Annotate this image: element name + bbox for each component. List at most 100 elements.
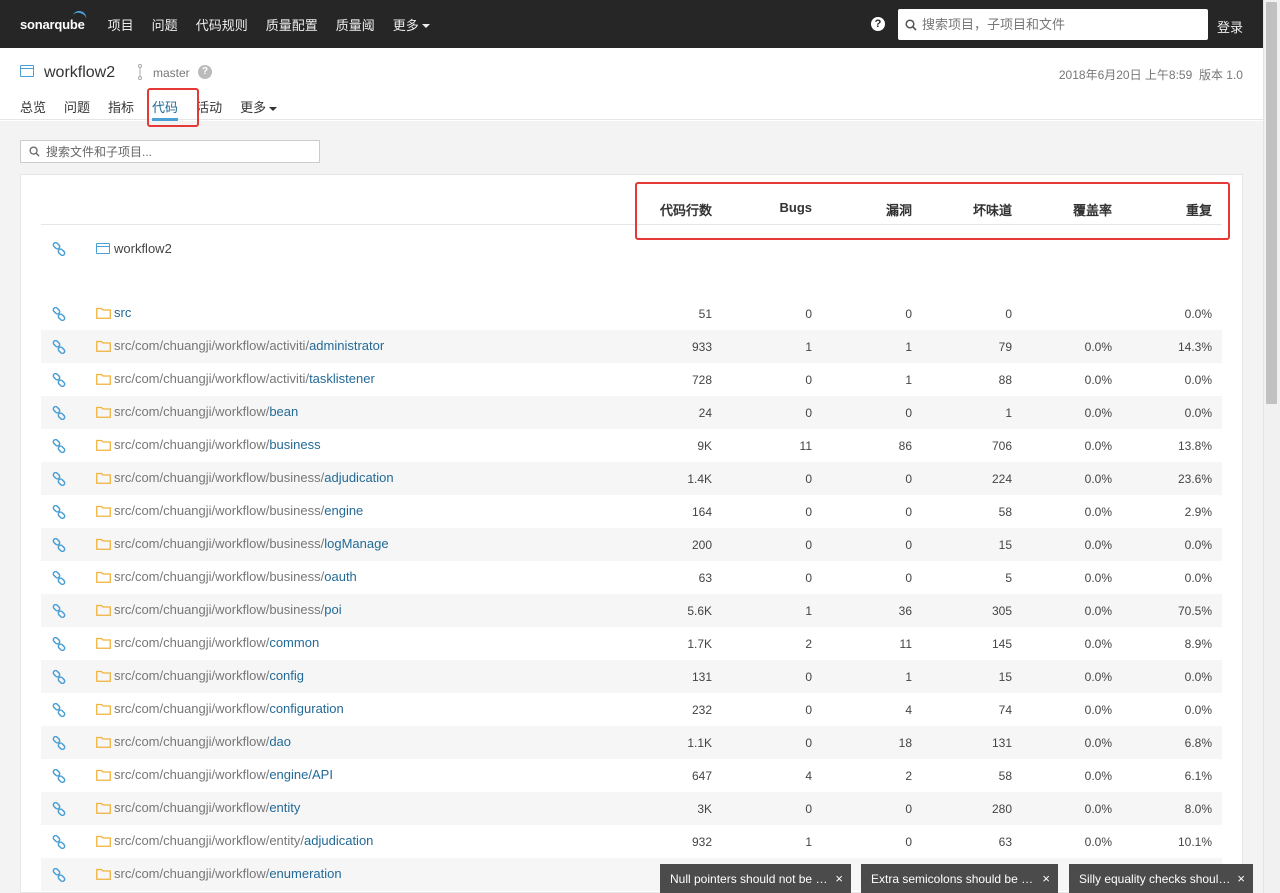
cell-duplications: 8.0%	[1184, 802, 1212, 816]
directory-path-leaf[interactable]: engine/API	[269, 767, 333, 782]
directory-path-leaf[interactable]: config	[269, 668, 304, 683]
link-icon[interactable]	[52, 703, 66, 717]
cell-code-smells: 305	[991, 604, 1012, 618]
directory-name[interactable]: src/com/chuangji/workflow/activiti/admin…	[114, 338, 384, 353]
directory-path-leaf[interactable]: tasklistener	[309, 371, 375, 386]
link-icon[interactable]	[52, 604, 66, 618]
scrollbar-thumb[interactable]	[1266, 2, 1277, 404]
link-icon[interactable]	[52, 835, 66, 849]
directory-name[interactable]: src/com/chuangji/workflow/activiti/taskl…	[114, 371, 375, 386]
directory-name[interactable]: src/com/chuangji/workflow/business/engin…	[114, 503, 363, 518]
global-search-input[interactable]	[922, 17, 1192, 32]
table-row: src/com/chuangji/workflow/engine/API 647 4…	[41, 759, 1222, 792]
directory-name[interactable]: src	[114, 305, 131, 320]
tab-measures[interactable]: 指标	[108, 97, 134, 116]
directory-path-prefix: src/com/chuangji/workflow/	[114, 767, 270, 782]
directory-name[interactable]: src/com/chuangji/workflow/business/poi	[114, 602, 342, 617]
nav-quality-gates[interactable]: 质量阈	[327, 15, 384, 34]
directory-path-leaf[interactable]: business	[269, 437, 320, 452]
table-row: src/com/chuangji/workflow/business/logMa…	[41, 528, 1222, 561]
cell-bugs: 2	[805, 637, 812, 651]
directory-name[interactable]: src/com/chuangji/workflow/configuration	[114, 701, 344, 716]
toast-notification[interactable]: Null pointers should not be de... ×	[660, 864, 851, 893]
link-icon[interactable]	[52, 868, 66, 882]
close-icon[interactable]: ×	[835, 871, 843, 886]
directory-name[interactable]: src/com/chuangji/workflow/business/logMa…	[114, 536, 389, 551]
close-icon[interactable]: ×	[1042, 871, 1050, 886]
cell-loc: 932	[691, 835, 712, 849]
directory-path-leaf[interactable]: administrator	[309, 338, 384, 353]
link-icon[interactable]	[52, 736, 66, 750]
project-name[interactable]: workflow2	[44, 64, 115, 82]
cell-code-smells: 0	[1005, 307, 1012, 321]
cell-loc: 232	[691, 703, 712, 717]
global-search[interactable]	[898, 9, 1208, 40]
link-icon[interactable]	[52, 373, 66, 387]
tab-overview[interactable]: 总览	[20, 97, 46, 116]
directory-path-leaf[interactable]: dao	[269, 734, 291, 749]
nav-rules[interactable]: 代码规则	[187, 15, 257, 34]
directory-path-leaf[interactable]: poi	[324, 602, 341, 617]
directory-path-leaf[interactable]: logManage	[324, 536, 388, 551]
directory-path-leaf[interactable]: src	[114, 305, 131, 320]
directory-path-leaf[interactable]: adjudication	[304, 833, 373, 848]
cell-code-smells: 15	[998, 670, 1012, 684]
file-search[interactable]	[20, 140, 320, 163]
branch-icon	[138, 64, 142, 80]
link-icon[interactable]	[52, 802, 66, 816]
nav-issues[interactable]: 问题	[143, 15, 187, 34]
folder-icon	[96, 604, 111, 616]
link-icon[interactable]	[52, 505, 66, 519]
link-icon[interactable]	[52, 406, 66, 420]
cell-loc: 164	[691, 505, 712, 519]
cell-bugs: 4	[805, 769, 812, 783]
directory-path-leaf[interactable]: configuration	[269, 701, 343, 716]
directory-name[interactable]: src/com/chuangji/workflow/dao	[114, 734, 291, 749]
directory-name[interactable]: src/com/chuangji/workflow/enumeration	[114, 866, 342, 881]
nav-quality-profiles[interactable]: 质量配置	[257, 15, 327, 34]
directory-name[interactable]: src/com/chuangji/workflow/entity/adjudic…	[114, 833, 373, 848]
link-icon[interactable]	[52, 769, 66, 783]
link-icon[interactable]	[52, 670, 66, 684]
cell-code-smells: 131	[991, 736, 1012, 750]
root-name[interactable]: workflow2	[114, 241, 172, 256]
directory-name[interactable]: src/com/chuangji/workflow/config	[114, 668, 304, 683]
toast-notification[interactable]: Extra semicolons should be rem... ×	[861, 864, 1058, 893]
directory-path-leaf[interactable]: enumeration	[269, 866, 341, 881]
directory-path-leaf[interactable]: common	[269, 635, 319, 650]
login-link[interactable]: 登录	[1217, 17, 1243, 36]
tab-more[interactable]: 更多	[240, 97, 278, 116]
tab-issues[interactable]: 问题	[64, 97, 90, 116]
cell-bugs: 0	[805, 736, 812, 750]
file-search-input[interactable]	[46, 144, 316, 159]
link-icon[interactable]	[52, 538, 66, 552]
close-icon[interactable]: ×	[1237, 871, 1245, 886]
directory-path-leaf[interactable]: bean	[269, 404, 298, 419]
directory-name[interactable]: src/com/chuangji/workflow/common	[114, 635, 319, 650]
nav-projects[interactable]: 项目	[99, 15, 143, 34]
link-icon[interactable]	[52, 340, 66, 354]
link-icon[interactable]	[52, 439, 66, 453]
link-icon[interactable]	[52, 307, 66, 321]
directory-name[interactable]: src/com/chuangji/workflow/business/oauth	[114, 569, 357, 584]
directory-path-leaf[interactable]: engine	[324, 503, 363, 518]
directory-name[interactable]: src/com/chuangji/workflow/business/adjud…	[114, 470, 394, 485]
toast-notification[interactable]: Silly equality checks should n... ×	[1069, 864, 1253, 893]
tab-activity[interactable]: 活动	[196, 97, 222, 116]
link-icon[interactable]	[52, 472, 66, 486]
sonarqube-logo[interactable]: sonarqube	[20, 8, 88, 32]
nav-more[interactable]: 更多	[384, 15, 439, 34]
branch-help-icon[interactable]: ?	[198, 65, 212, 79]
directory-name[interactable]: src/com/chuangji/workflow/engine/API	[114, 767, 333, 782]
directory-path-leaf[interactable]: oauth	[324, 569, 357, 584]
directory-path-leaf[interactable]: entity	[269, 800, 300, 815]
directory-name[interactable]: src/com/chuangji/workflow/business	[114, 437, 321, 452]
folder-icon	[96, 670, 111, 682]
link-icon[interactable]	[52, 571, 66, 585]
directory-path-leaf[interactable]: adjudication	[324, 470, 393, 485]
help-icon[interactable]: ?	[871, 17, 885, 31]
directory-name[interactable]: src/com/chuangji/workflow/bean	[114, 404, 298, 419]
link-icon[interactable]	[52, 242, 66, 256]
directory-name[interactable]: src/com/chuangji/workflow/entity	[114, 800, 300, 815]
link-icon[interactable]	[52, 637, 66, 651]
